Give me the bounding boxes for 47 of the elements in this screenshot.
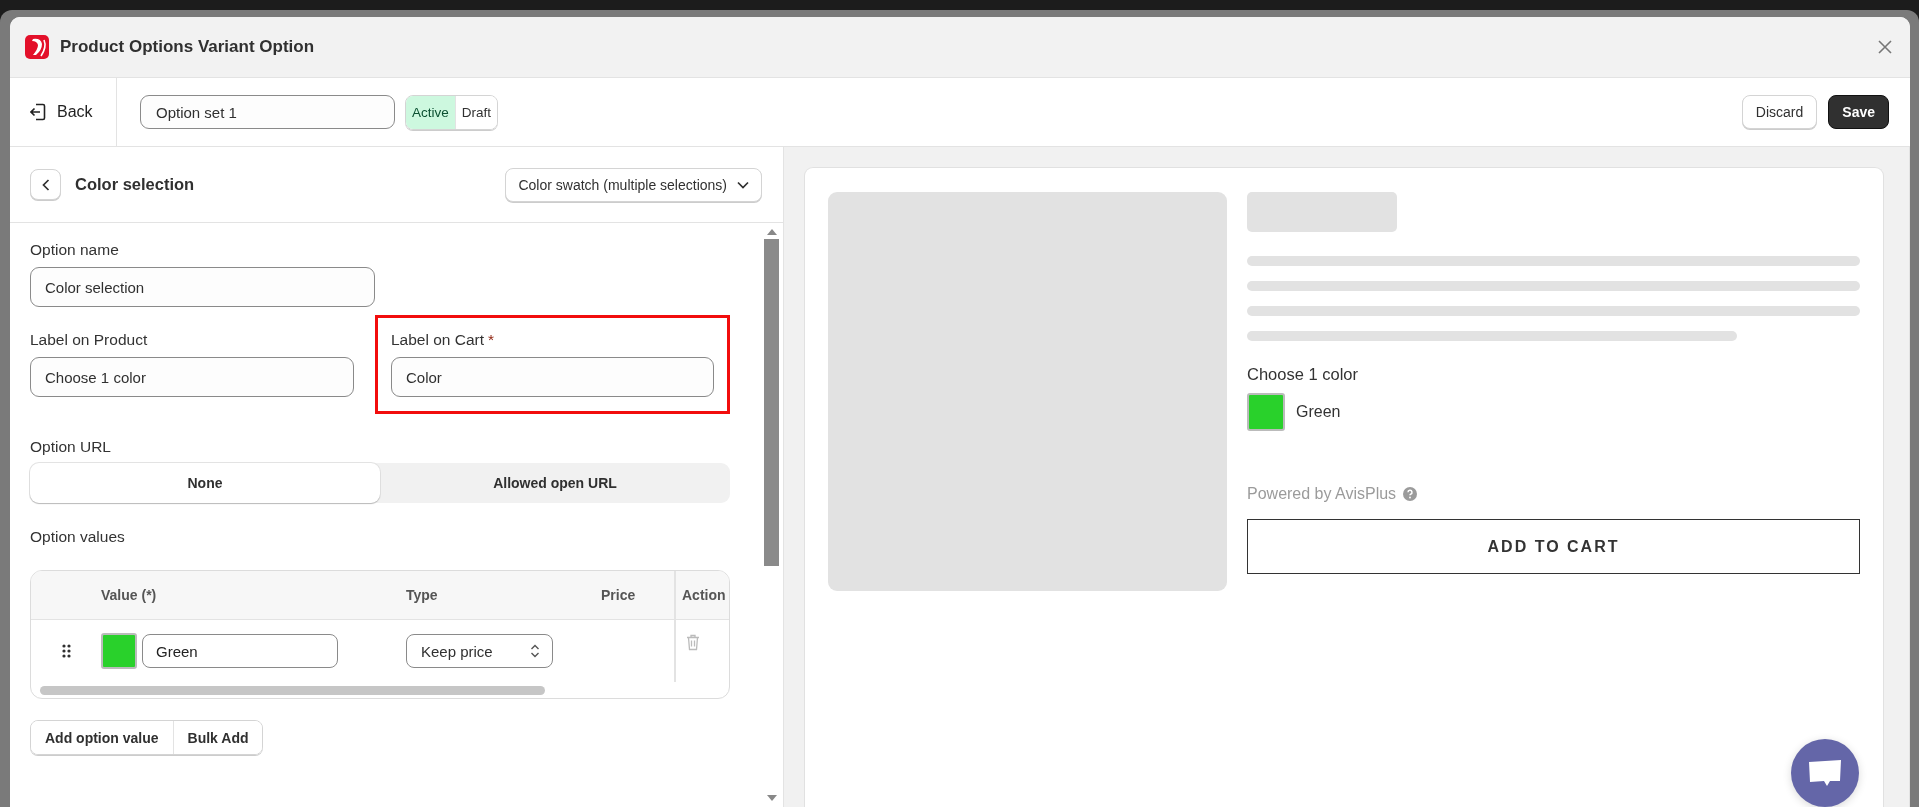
horizontal-scrollbar[interactable]: [40, 686, 545, 695]
field-label: Label on Cart *: [390, 330, 496, 350]
field-label: Option name: [30, 240, 120, 260]
trash-icon[interactable]: [686, 634, 700, 651]
url-option-tab[interactable]: None: [30, 463, 380, 503]
vertical-scrollbar[interactable]: [764, 239, 779, 566]
help-icon[interactable]: [1403, 487, 1418, 501]
discard-button[interactable]: Discard: [1741, 95, 1818, 129]
add-to-cart-button[interactable]: ADD TO CART: [1247, 519, 1860, 574]
column-header: Price: [601, 587, 636, 603]
chat-bubble-icon: [1808, 759, 1842, 787]
column-header: Value (*): [101, 587, 157, 603]
value-field[interactable]: Green: [142, 634, 338, 668]
back-button[interactable]: Back: [10, 78, 117, 146]
cart-label-field[interactable]: Color: [390, 357, 714, 397]
color-swatch[interactable]: [1247, 393, 1285, 431]
scroll-down-icon[interactable]: [766, 795, 777, 801]
color-swatch[interactable]: [101, 633, 137, 669]
column-header: Action: [682, 587, 726, 603]
column-header: Type: [406, 587, 438, 603]
scroll-up-icon[interactable]: [766, 229, 777, 235]
drag-handle-icon[interactable]: [61, 644, 71, 658]
option-name-field[interactable]: Color selection: [30, 267, 375, 307]
section-label: Option URL: [30, 437, 112, 457]
app-logo-icon: [25, 35, 49, 59]
field-label: Label on Product: [30, 330, 149, 350]
exit-icon: [30, 103, 46, 121]
save-button[interactable]: Save: [1828, 95, 1889, 129]
status-tab[interactable]: Draft: [454, 95, 498, 129]
add-value-button[interactable]: Bulk Add: [172, 721, 263, 754]
section-label: Option values: [30, 527, 126, 547]
chevron-down-icon: [737, 180, 749, 189]
up-down-chevron-icon: [530, 644, 540, 658]
status-tab[interactable]: Active: [406, 95, 455, 129]
swatch-label: Green: [1296, 403, 1341, 421]
option-type-select[interactable]: Color swatch (multiple selections): [505, 167, 762, 202]
product-label-field[interactable]: Choose 1 color: [30, 357, 354, 397]
option-title: Color selection: [75, 175, 196, 194]
window-title: Product Options Variant Option: [60, 37, 316, 57]
back-button[interactable]: [30, 169, 61, 200]
chevron-left-icon: [41, 178, 50, 191]
close-icon: [1878, 40, 1892, 54]
url-option-tab[interactable]: Allowed open URL: [380, 463, 730, 503]
option-label: Choose 1 color: [1247, 365, 1359, 384]
price-type-select[interactable]: Keep price: [406, 634, 553, 668]
option-set-name-field[interactable]: Option set 1: [140, 95, 395, 129]
powered-by-text: Powered by AvisPlus: [1247, 485, 1397, 503]
